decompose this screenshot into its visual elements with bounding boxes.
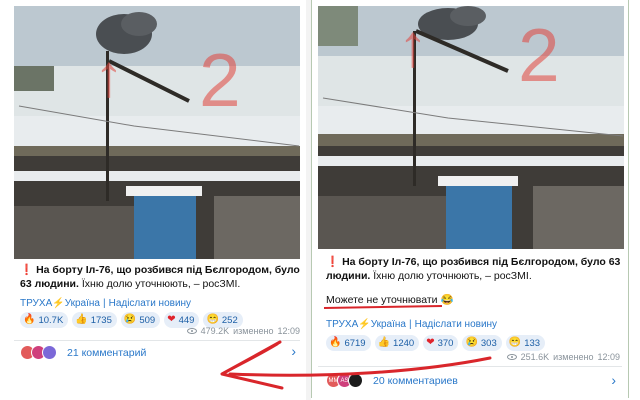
edited-label: изменено (553, 352, 594, 362)
edited-label: изменено (233, 326, 274, 336)
post-caption: ❗ На борту Іл-76, що розбився під Бєлгоро… (20, 263, 302, 291)
reaction-count: 10.7K (38, 314, 64, 326)
post-time: 12:09 (277, 326, 300, 336)
thumbs-up-icon: 👍 (377, 337, 391, 348)
comments-link[interactable]: MM AS 20 комментариев (326, 373, 458, 388)
reaction-count: 133 (524, 337, 541, 349)
channel-links: ТРУХА⚡Україна | Надіслати новину (20, 298, 191, 309)
avatar (42, 345, 57, 360)
alert-icon: ❗ (326, 256, 340, 268)
send-news-link[interactable]: Надіслати новину (109, 298, 191, 309)
heart-icon: ❤ (167, 314, 176, 325)
heart-icon: ❤ (426, 337, 435, 348)
post-photo[interactable]: ↑ 2 (14, 6, 300, 259)
post-time: 12:09 (597, 352, 620, 362)
views-count: 479.2K (200, 326, 230, 336)
photo-smoke-scene: ↑ 2 (14, 6, 300, 259)
reaction-count: 509 (139, 314, 156, 326)
thumbs-up-icon: 👍 (75, 314, 88, 325)
reaction-count: 252 (221, 314, 238, 326)
bolt-icon: ⚡ (358, 319, 371, 330)
comments-label: 21 комментарий (67, 346, 147, 359)
chevron-right-icon[interactable]: › (611, 372, 616, 388)
reaction-thumbs-up[interactable]: 👍 1735 (72, 312, 117, 328)
svg-text:2: 2 (199, 38, 241, 122)
country-link[interactable]: Україна (371, 319, 406, 330)
reaction-count: 1240 (393, 337, 415, 349)
avatar (348, 373, 363, 388)
comments-divider (14, 340, 300, 341)
channel-links: ТРУХА⚡Україна | Надіслати новину (326, 319, 497, 330)
eye-icon (186, 328, 197, 334)
chevron-right-icon[interactable]: › (291, 343, 296, 359)
post-meta: 251.6K изменено 12:09 (506, 352, 620, 362)
post-edited: ↑ 2 ❗ На борту Іл-76, що розбився під Бєл… (311, 0, 629, 398)
alert-icon: ❗ (20, 264, 34, 276)
reaction-count: 303 (480, 337, 497, 349)
views-count: 251.6K (520, 352, 550, 362)
sad-face-icon: 😢 (465, 337, 478, 348)
fire-icon: 🔥 (329, 337, 342, 348)
commenter-avatars (20, 345, 57, 360)
fire-icon: 🔥 (23, 314, 36, 325)
photo-smoke-scene: ↑ 2 (318, 6, 624, 249)
link-separator: | (102, 298, 106, 309)
reaction-fire[interactable]: 🔥 6719 (326, 335, 371, 351)
reactions-bar: 🔥 6719 👍 1240 ❤ 370 😢 303 😁 133 (326, 335, 546, 351)
reaction-grin[interactable]: 😁 133 (505, 335, 546, 351)
reaction-count: 370 (437, 337, 454, 349)
reaction-heart[interactable]: ❤ 370 (423, 335, 459, 351)
post-photo[interactable]: ↑ 2 (318, 6, 624, 249)
comments-link[interactable]: 21 комментарий (20, 345, 146, 360)
channel-link[interactable]: ТРУХА (326, 319, 358, 330)
reaction-count: 1735 (90, 314, 112, 326)
post-original: ↑ 2 ❗ На борту Іл-76, що розбився під Бєл… (8, 0, 306, 362)
bolt-icon: ⚡ (52, 298, 65, 309)
grin-icon: 😁 (206, 314, 219, 325)
sad-face-icon: 😢 (123, 314, 137, 325)
grin-icon: 😁 (508, 337, 522, 348)
reaction-thumbs-up[interactable]: 👍 1240 (374, 335, 420, 351)
added-comment-line: Можете не уточнювати 😂 (326, 294, 454, 306)
svg-text:↑: ↑ (94, 42, 124, 109)
comments-divider (318, 366, 622, 367)
country-link[interactable]: Україна (65, 298, 100, 309)
send-news-link[interactable]: Надіслати новину (415, 319, 497, 330)
post-caption: ❗ На борту Іл-76, що розбився під Бєлгоро… (326, 255, 622, 283)
reaction-count: 6719 (344, 337, 366, 349)
eye-icon (506, 354, 517, 360)
caption-rest: Їхню долю уточнюють, – росЗМІ. (78, 278, 241, 290)
caption-rest: Їхню долю уточнюють, – росЗМІ. (370, 270, 532, 282)
link-separator: | (408, 319, 412, 330)
post-meta: 479.2K изменено 12:09 (186, 326, 300, 336)
svg-text:2: 2 (518, 13, 560, 97)
reaction-sad[interactable]: 😢 303 (462, 335, 502, 351)
comments-label: 20 комментариев (373, 374, 458, 387)
reaction-count: 449 (178, 314, 195, 326)
reaction-sad[interactable]: 😢 509 (120, 312, 161, 328)
reaction-fire[interactable]: 🔥 10.7K (20, 312, 69, 328)
svg-text:↑: ↑ (398, 12, 428, 79)
channel-link[interactable]: ТРУХА (20, 298, 52, 309)
commenter-avatars: MM AS (326, 373, 363, 388)
